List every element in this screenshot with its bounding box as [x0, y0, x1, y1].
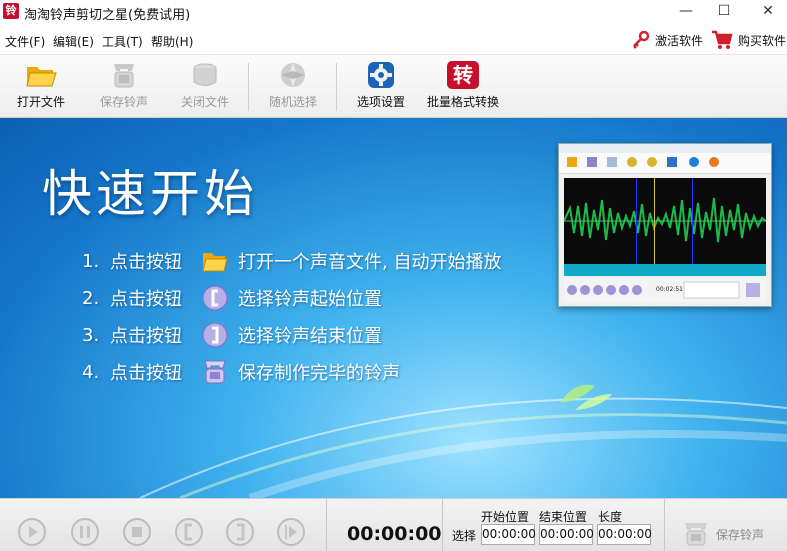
close-file-button[interactable]: 关闭文件 [176, 61, 234, 115]
title-bar: 铃 淘淘铃声剪切之星(免费试用) — ☐ ✕ [0, 0, 787, 26]
maximize-button[interactable]: ☐ [704, 0, 744, 24]
start-bracket-icon [202, 285, 228, 311]
start-position-field[interactable]: 00:00:00 [481, 524, 536, 545]
cart-icon [712, 30, 733, 49]
toolbar-divider [248, 63, 249, 111]
key-icon [633, 31, 650, 49]
window-title: 淘淘铃声剪切之星(免费试用) [24, 8, 191, 23]
preview-time: 00:02:51 [656, 286, 683, 293]
folder-icon [202, 253, 228, 272]
step-2: 2. 点击按钮 选择铃声起始位置 [82, 283, 382, 313]
save-ringtone-icon [685, 523, 707, 546]
waveform-graphic [563, 178, 767, 264]
app-icon: 铃 [3, 3, 19, 19]
menu-tools[interactable]: 工具(T) [102, 33, 143, 50]
settings-icon [368, 62, 394, 88]
random-dice-icon [281, 63, 305, 87]
save-ringtone-icon [204, 360, 226, 384]
toolbar-divider [336, 63, 337, 111]
quick-start-title: 快速开始 [42, 165, 258, 223]
preview-controls: 00:02:51 [564, 278, 766, 302]
quick-start-banner: 快速开始 1. 点击按钮 打开一个声音文件, 自动开始播放 2. 点击按钮 选择… [0, 118, 787, 498]
options-settings-button[interactable]: 选项设置 [352, 61, 410, 115]
save-ringtone-label: 保存铃声 [99, 95, 148, 109]
buy-software-link[interactable]: 购买软件 [711, 30, 786, 50]
current-time: 00:00:00 [347, 523, 442, 545]
save-ringtone-icon [114, 64, 134, 88]
set-start-icon[interactable] [174, 517, 204, 547]
random-select-button[interactable]: 随机选择 [264, 61, 322, 115]
start-position-header: 开始位置 [481, 510, 530, 524]
close-file-icon [193, 63, 217, 86]
step-4: 4. 点击按钮 保存制作完毕的铃声 [82, 357, 400, 387]
batch-convert-button[interactable]: 转 批量格式转换 [424, 61, 502, 115]
step-action: 点击按钮 [110, 363, 182, 384]
step-description: 选择铃声结束位置 [238, 326, 382, 347]
preview-timeline [564, 264, 766, 276]
step-3: 3. 点击按钮 选择铃声结束位置 [82, 320, 382, 350]
menu-edit[interactable]: 编辑(E) [53, 33, 94, 50]
step-number: 2. [82, 287, 100, 309]
step-description: 打开一个声音文件, 自动开始播放 [238, 252, 502, 273]
set-end-icon[interactable] [225, 517, 255, 547]
pause-icon[interactable] [70, 517, 100, 547]
step-description: 选择铃声起始位置 [238, 289, 382, 310]
preview-waveform [563, 178, 767, 264]
close-file-label: 关闭文件 [180, 95, 229, 109]
preview-title-bar [559, 144, 771, 153]
playback-controls: 00:00:00 开始位置 结束位置 长度 选择 00:00:00 00:00:… [0, 498, 787, 551]
close-button[interactable]: ✕ [748, 0, 787, 24]
options-settings-label: 选项设置 [356, 95, 405, 109]
save-ringtone-bottom-label: 保存铃声 [716, 527, 765, 542]
end-position-header: 结束位置 [539, 510, 588, 524]
menu-file[interactable]: 文件(F) [5, 33, 45, 50]
end-position-field[interactable]: 00:00:00 [539, 524, 594, 545]
minimize-button[interactable]: — [666, 0, 706, 24]
open-file-label: 打开文件 [16, 95, 65, 109]
buy-label: 购买软件 [738, 33, 787, 48]
toolbar: 打开文件 保存铃声 关闭文件 随机选择 选项设置 转 批量格式转换 [0, 55, 787, 118]
controls-divider [442, 499, 443, 551]
selection-label: 选择 [452, 529, 477, 543]
activate-software-link[interactable]: 激活软件 [632, 30, 703, 50]
controls-divider [326, 499, 327, 551]
random-select-label: 随机选择 [268, 95, 317, 109]
activate-label: 激活软件 [655, 33, 704, 48]
stop-icon[interactable] [122, 517, 152, 547]
open-file-button[interactable]: 打开文件 [12, 61, 70, 115]
convert-icon: 转 [447, 61, 479, 89]
step-number: 3. [82, 324, 100, 346]
preview-toolbar [559, 153, 771, 174]
step-description: 保存制作完毕的铃声 [238, 363, 400, 384]
step-action: 点击按钮 [110, 326, 182, 347]
save-ringtone-bottom-button[interactable]: 保存铃声 [682, 521, 764, 547]
folder-icon [26, 67, 57, 87]
step-number: 1. [82, 250, 100, 272]
preview-toolbar-icons [567, 157, 719, 167]
menu-bar: 文件(F) 编辑(E) 工具(T) 帮助(H) 激活软件 购买软件 [0, 26, 787, 55]
end-bracket-icon [202, 322, 228, 348]
save-ringtone-toolbar-button[interactable]: 保存铃声 [95, 61, 153, 115]
play-icon[interactable] [17, 517, 47, 547]
play-selection-icon[interactable] [276, 517, 306, 547]
batch-convert-label: 批量格式转换 [426, 95, 499, 109]
step-action: 点击按钮 [110, 252, 182, 273]
menu-help[interactable]: 帮助(H) [151, 33, 193, 50]
app-preview-thumbnail: 00:02:51 [558, 143, 772, 307]
length-field[interactable]: 00:00:00 [597, 524, 652, 545]
step-number: 4. [82, 361, 100, 383]
controls-divider [664, 499, 665, 551]
step-1: 1. 点击按钮 打开一个声音文件, 自动开始播放 [82, 246, 501, 276]
length-header: 长度 [598, 510, 623, 524]
step-action: 点击按钮 [110, 289, 182, 310]
